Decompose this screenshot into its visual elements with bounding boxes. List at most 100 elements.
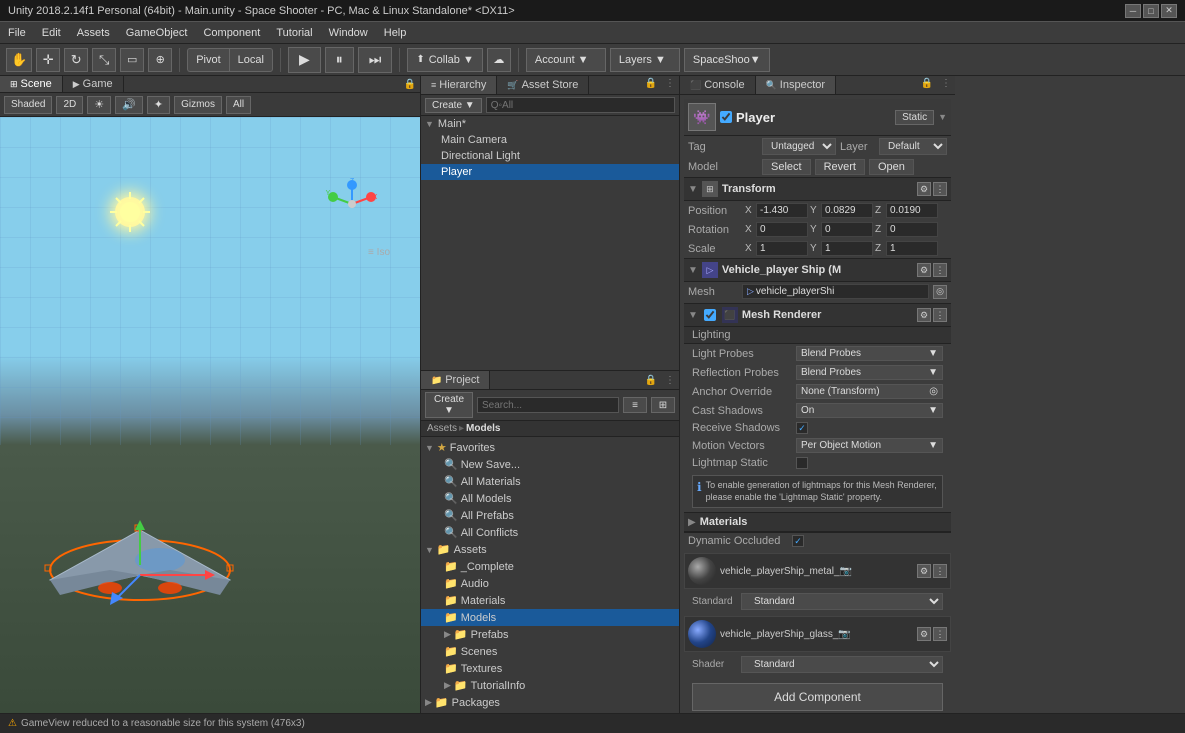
lightmap-static-checkbox[interactable]: [796, 457, 808, 469]
favorites-header[interactable]: ▼ ★ Favorites: [421, 439, 679, 456]
assets-prefabs[interactable]: ▶ 📁 Prefabs: [421, 626, 679, 643]
dynamic-occluded-checkbox[interactable]: [792, 535, 804, 547]
assets-complete[interactable]: 📁 _Complete: [421, 558, 679, 575]
vehicle-settings-icon[interactable]: ⚙: [917, 263, 931, 277]
material-2-settings-icon[interactable]: ⚙: [917, 627, 931, 641]
step-button[interactable]: ⏭: [358, 47, 393, 73]
rot-x-input[interactable]: [756, 222, 808, 237]
project-filter-button[interactable]: ≡: [623, 397, 647, 413]
menu-help[interactable]: Help: [376, 25, 415, 41]
mesh-renderer-more-icon[interactable]: ⋮: [933, 308, 947, 322]
project-lock-icon[interactable]: 🔒: [641, 373, 661, 388]
light-probes-dropdown[interactable]: Blend Probes ▼: [796, 346, 943, 361]
shader-1-dropdown[interactable]: Standard: [741, 593, 943, 610]
hierarchy-create-button[interactable]: Create ▼: [425, 98, 482, 113]
project-more-icon[interactable]: ⋮: [661, 373, 679, 388]
motion-vectors-dropdown[interactable]: Per Object Motion ▼: [796, 438, 943, 453]
mesh-renderer-settings-icon[interactable]: ⚙: [917, 308, 931, 322]
pos-x-input[interactable]: [756, 203, 808, 218]
shaded-button[interactable]: Shaded: [4, 96, 52, 114]
vehicle-section-header[interactable]: ▼ ▷ Vehicle_player Ship (M ⚙ ⋮: [684, 258, 951, 282]
transform-more-icon[interactable]: ⋮: [933, 182, 947, 196]
hierarchy-search-input[interactable]: [486, 97, 675, 113]
layer-dropdown[interactable]: Default: [879, 138, 947, 155]
layout-button[interactable]: SpaceShoo▼: [684, 48, 770, 72]
open-button[interactable]: Open: [869, 159, 914, 175]
materials-section-header[interactable]: ▶ Materials: [684, 512, 951, 532]
collab-button[interactable]: ⬆ Collab ▼: [407, 48, 483, 72]
menu-edit[interactable]: Edit: [34, 25, 69, 41]
revert-button[interactable]: Revert: [815, 159, 865, 175]
minimize-button[interactable]: ─: [1125, 4, 1141, 18]
pos-z-input[interactable]: [886, 203, 938, 218]
scale-x-input[interactable]: [756, 241, 808, 256]
rot-y-input[interactable]: [821, 222, 873, 237]
menu-gameobject[interactable]: GameObject: [118, 25, 196, 41]
game-tab[interactable]: ▶ Game: [63, 76, 124, 92]
assets-tutorialinfo[interactable]: ▶ 📁 TutorialInfo: [421, 677, 679, 694]
close-button[interactable]: ✕: [1161, 4, 1177, 18]
bc-models[interactable]: Models: [466, 423, 500, 434]
project-view-button[interactable]: ⊞: [651, 397, 675, 413]
shader-2-dropdown[interactable]: Standard: [741, 656, 943, 673]
asset-store-tab[interactable]: 🛒 Asset Store: [497, 76, 589, 94]
fav-conflicts[interactable]: 🔍 All Conflicts: [421, 524, 679, 541]
scale-y-input[interactable]: [821, 241, 873, 256]
inspector-tab[interactable]: 🔍 Inspector: [756, 76, 836, 94]
menu-file[interactable]: File: [0, 25, 34, 41]
scene-tab[interactable]: ⊞ Scene: [0, 76, 63, 92]
hierarchy-main-item[interactable]: ▼ Main*: [421, 116, 679, 132]
static-button[interactable]: Static: [895, 110, 934, 125]
select-button[interactable]: Select: [762, 159, 811, 175]
scale-z-input[interactable]: [886, 241, 938, 256]
fav-models[interactable]: 🔍 All Models: [421, 490, 679, 507]
vehicle-more-icon[interactable]: ⋮: [933, 263, 947, 277]
console-tab[interactable]: ⬛ Console: [680, 76, 756, 94]
play-button[interactable]: ▶: [288, 47, 321, 73]
material-2-more-icon[interactable]: ⋮: [933, 627, 947, 641]
tag-dropdown[interactable]: Untagged: [762, 138, 836, 155]
reflection-probes-dropdown[interactable]: Blend Probes ▼: [796, 365, 943, 380]
transform-settings-icon[interactable]: ⚙: [917, 182, 931, 196]
assets-models[interactable]: 📁 Models: [421, 609, 679, 626]
mode-2d-button[interactable]: 2D: [56, 96, 83, 114]
rotate-tool[interactable]: ↻: [64, 48, 88, 72]
project-tab[interactable]: 📁 Project: [421, 371, 490, 389]
hierarchy-more-icon[interactable]: ⋮: [661, 76, 679, 94]
fav-materials[interactable]: 🔍 All Materials: [421, 473, 679, 490]
inspector-lock-icon[interactable]: 🔒: [917, 76, 937, 94]
all-button[interactable]: All: [226, 96, 251, 114]
material-1-more-icon[interactable]: ⋮: [933, 564, 947, 578]
gizmos-button[interactable]: Gizmos: [174, 96, 222, 114]
menu-assets[interactable]: Assets: [69, 25, 118, 41]
assets-header[interactable]: ▼ 📁 Assets: [421, 541, 679, 558]
light-toggle[interactable]: ☀: [87, 96, 111, 114]
hierarchy-tab[interactable]: ≡ Hierarchy: [421, 76, 497, 94]
transform-tool[interactable]: ⊕: [148, 48, 172, 72]
fav-newsave[interactable]: 🔍 New Save...: [421, 456, 679, 473]
rot-z-input[interactable]: [886, 222, 938, 237]
add-component-button[interactable]: Add Component: [692, 683, 943, 711]
maximize-button[interactable]: □: [1143, 4, 1159, 18]
audio-toggle[interactable]: 🔊: [115, 96, 143, 114]
fx-toggle[interactable]: ✦: [147, 96, 170, 114]
material-1-settings-icon[interactable]: ⚙: [917, 564, 931, 578]
move-tool[interactable]: ✛: [36, 48, 60, 72]
assets-textures[interactable]: 📁 Textures: [421, 660, 679, 677]
assets-audio[interactable]: 📁 Audio: [421, 575, 679, 592]
hierarchy-lock-icon[interactable]: 🔒: [641, 76, 661, 94]
fav-prefabs[interactable]: 🔍 All Prefabs: [421, 507, 679, 524]
hierarchy-maincamera-item[interactable]: Main Camera: [421, 132, 679, 148]
assets-scenes[interactable]: 📁 Scenes: [421, 643, 679, 660]
cast-shadows-dropdown[interactable]: On ▼: [796, 403, 943, 418]
menu-component[interactable]: Component: [195, 25, 268, 41]
scene-view[interactable]: Z X Y ≡ Iso: [0, 117, 420, 713]
anchor-override-dropdown[interactable]: None (Transform) ◎: [796, 384, 943, 399]
pause-button[interactable]: ⏸: [325, 47, 354, 73]
pos-y-input[interactable]: [821, 203, 873, 218]
project-create-button[interactable]: Create ▼: [425, 392, 473, 418]
mesh-renderer-checkbox[interactable]: [704, 309, 716, 321]
inspector-more-icon[interactable]: ⋮: [937, 76, 955, 94]
mesh-renderer-section-header[interactable]: ▼ ⬛ Mesh Renderer ⚙ ⋮: [684, 303, 951, 327]
local-button[interactable]: Local: [229, 48, 273, 72]
